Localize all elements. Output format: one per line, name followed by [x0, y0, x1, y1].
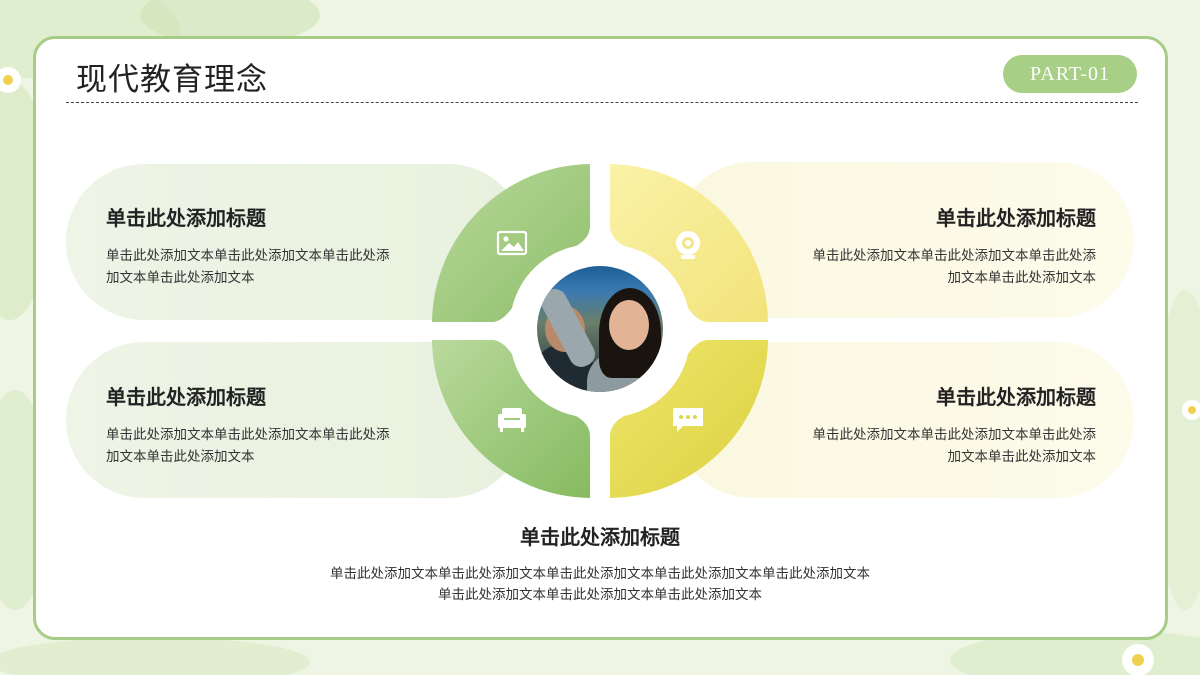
item-text-line: 加文本单击此处添加文本 — [947, 449, 1097, 465]
item-title[interactable]: 单击此处添加标题 — [106, 381, 446, 410]
bottom-text[interactable]: 单击此处添加文本单击此处添加文本单击此处添加文本单击此处添加文本单击此处添加文本… — [250, 564, 950, 606]
text-block-bottom-left[interactable]: 单击此处添加标题 单击此处添加文本单击此处添加文本单击此处添 加文本单击此处添加… — [106, 381, 446, 468]
flower-icon — [1122, 644, 1154, 675]
text-block-bottom[interactable]: 单击此处添加标题 单击此处添加文本单击此处添加文本单击此处添加文本单击此处添加文… — [250, 521, 950, 606]
item-text[interactable]: 单击此处添加文本单击此处添加文本单击此处添 加文本单击此处添加文本 — [756, 424, 1097, 468]
text-block-top-right[interactable]: 单击此处添加标题 单击此处添加文本单击此处添加文本单击此处添 加文本单击此处添加… — [756, 202, 1097, 289]
title-divider — [66, 102, 1138, 103]
text-block-bottom-right[interactable]: 单击此处添加标题 单击此处添加文本单击此处添加文本单击此处添 加文本单击此处添加… — [756, 381, 1097, 468]
students-photo — [537, 266, 663, 392]
item-text-line: 加文本单击此处添加文本 — [947, 270, 1097, 286]
item-text-line: 单击此处添加文本单击此处添加文本单击此处添 — [106, 248, 390, 264]
item-title[interactable]: 单击此处添加标题 — [756, 381, 1096, 410]
item-text-line: 单击此处添加文本单击此处添加文本单击此处添 — [106, 427, 390, 443]
text-block-top-left[interactable]: 单击此处添加标题 单击此处添加文本单击此处添加文本单击此处添 加文本单击此处添加… — [106, 202, 446, 289]
item-title[interactable]: 单击此处添加标题 — [106, 202, 446, 231]
part-badge: PART-01 — [1003, 55, 1137, 93]
item-text-line: 加文本单击此处添加文本 — [106, 449, 255, 465]
item-text-line: 单击此处添加文本单击此处添加文本单击此处添 — [812, 427, 1097, 443]
item-text[interactable]: 单击此处添加文本单击此处添加文本单击此处添 加文本单击此处添加文本 — [106, 245, 446, 289]
item-text[interactable]: 单击此处添加文本单击此处添加文本单击此处添 加文本单击此处添加文本 — [756, 245, 1097, 289]
bottom-text-line: 单击此处添加文本单击此处添加文本单击此处添加文本 — [438, 587, 762, 603]
item-text-line: 单击此处添加文本单击此处添加文本单击此处添 — [812, 248, 1097, 264]
bottom-text-line: 单击此处添加文本单击此处添加文本单击此处添加文本单击此处添加文本单击此处添加文本 — [330, 566, 870, 582]
bottom-title[interactable]: 单击此处添加标题 — [250, 521, 950, 550]
item-text-line: 加文本单击此处添加文本 — [106, 270, 255, 286]
item-text[interactable]: 单击此处添加文本单击此处添加文本单击此处添 加文本单击此处添加文本 — [106, 424, 446, 468]
item-title[interactable]: 单击此处添加标题 — [756, 202, 1096, 231]
page-title: 现代教育理念 — [76, 62, 268, 98]
